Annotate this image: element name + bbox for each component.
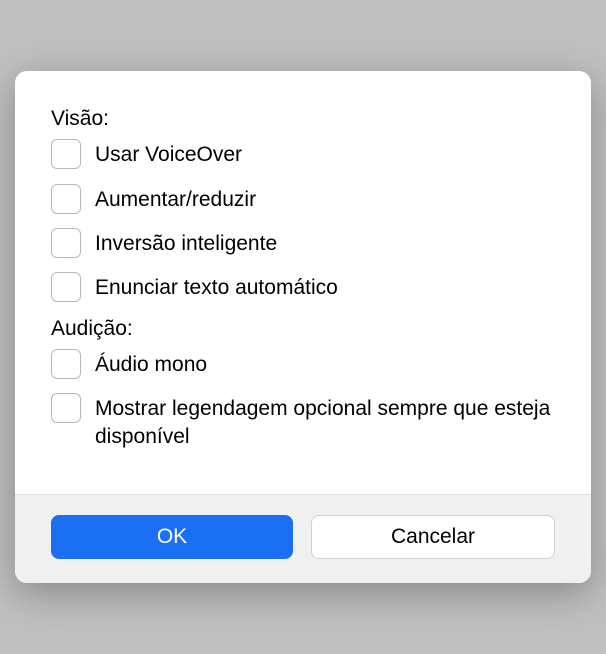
- checkbox-row-speak-autotext: Enunciar texto automático: [51, 272, 555, 302]
- checkbox-label: Inversão inteligente: [95, 228, 277, 258]
- checkbox-mono-audio[interactable]: [51, 349, 81, 379]
- checkbox-row-closed-captions: Mostrar legendagem opcional sempre que e…: [51, 393, 555, 452]
- hearing-section: Audição: Áudio mono Mostrar legendagem o…: [51, 317, 555, 452]
- hearing-section-label: Audição:: [51, 317, 555, 341]
- vision-section: Visão: Usar VoiceOver Aumentar/reduzir I…: [51, 107, 555, 302]
- checkbox-label: Áudio mono: [95, 349, 207, 379]
- dialog-footer: OK Cancelar: [15, 494, 591, 583]
- accessibility-dialog: Visão: Usar VoiceOver Aumentar/reduzir I…: [15, 71, 591, 582]
- checkbox-speak-autotext[interactable]: [51, 272, 81, 302]
- checkbox-label: Enunciar texto automático: [95, 272, 338, 302]
- checkbox-label: Mostrar legendagem opcional sempre que e…: [95, 393, 555, 452]
- vision-section-label: Visão:: [51, 107, 555, 131]
- checkbox-row-zoom: Aumentar/reduzir: [51, 184, 555, 214]
- dialog-content: Visão: Usar VoiceOver Aumentar/reduzir I…: [15, 71, 591, 493]
- checkbox-smart-invert[interactable]: [51, 228, 81, 258]
- checkbox-label: Aumentar/reduzir: [95, 184, 256, 214]
- cancel-button[interactable]: Cancelar: [311, 515, 555, 559]
- checkbox-zoom[interactable]: [51, 184, 81, 214]
- checkbox-row-voiceover: Usar VoiceOver: [51, 139, 555, 169]
- checkbox-label: Usar VoiceOver: [95, 139, 242, 169]
- checkbox-row-smart-invert: Inversão inteligente: [51, 228, 555, 258]
- checkbox-voiceover[interactable]: [51, 139, 81, 169]
- ok-button[interactable]: OK: [51, 515, 293, 559]
- checkbox-closed-captions[interactable]: [51, 393, 81, 423]
- checkbox-row-mono-audio: Áudio mono: [51, 349, 555, 379]
